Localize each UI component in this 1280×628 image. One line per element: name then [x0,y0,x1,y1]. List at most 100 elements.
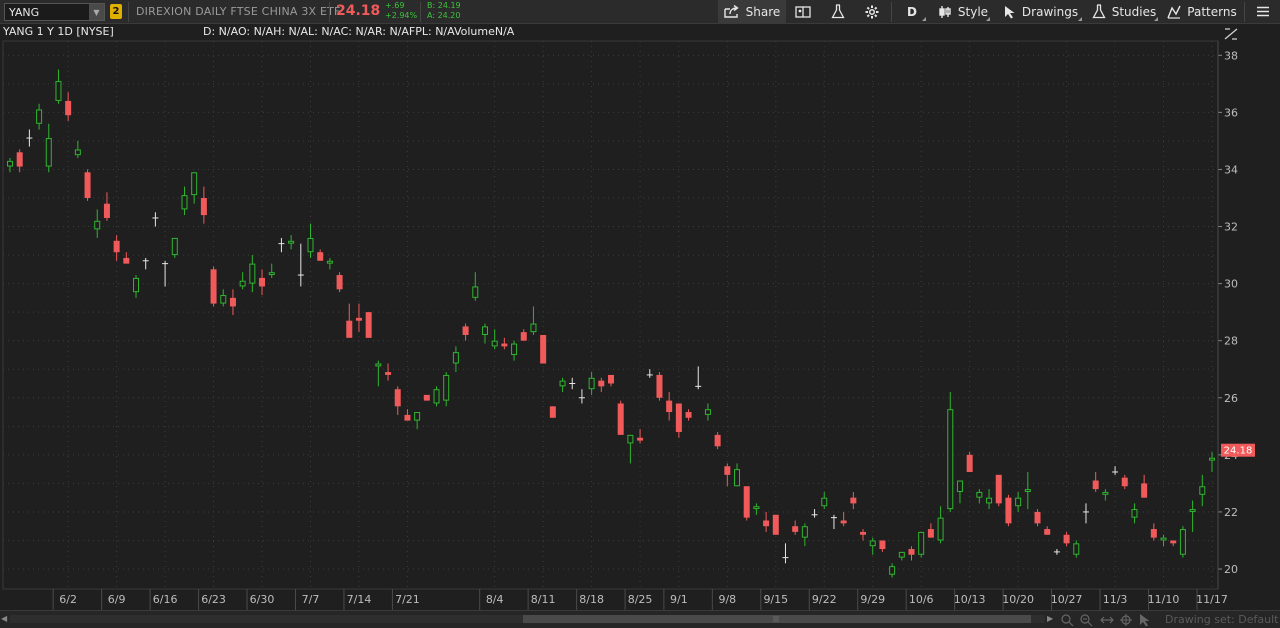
collapse-icon[interactable] [1223,27,1239,41]
candle-body [617,403,624,435]
candle-body [598,380,605,387]
candle-body [520,332,527,341]
candle-body [947,409,954,510]
candle-body [123,257,130,264]
candle-body [1131,509,1138,518]
candle-body [1199,486,1206,495]
divider [128,2,129,22]
symbol-link-badge[interactable]: 2 [110,4,122,19]
y-tick-label: 28 [1224,335,1238,348]
studies-button[interactable]: Studies [1088,0,1160,23]
price-tag-label: 24.18 [1224,446,1253,457]
bottom-bar: ◀ ||| ▶ Drawing set: Default [0,610,1280,628]
candle-body [540,334,547,364]
candle-body [404,414,411,421]
candle-body [365,312,372,338]
y-axis: 20222426283032343638 [1217,41,1238,589]
candle-body [423,394,430,401]
x-tick-label: 9/15 [763,593,788,606]
gear-icon [865,5,879,19]
candle-body [385,372,392,375]
candle-body [472,286,479,298]
candle-body [1160,537,1167,541]
candle-body [666,400,673,413]
price-chart[interactable]: 20222426283032343638 6/26/96/166/236/307… [0,40,1280,610]
candle-body [704,409,711,415]
candle-body [588,377,595,390]
share-icon [723,5,740,18]
drawing-set-label[interactable]: Drawing set: Default [1165,613,1278,626]
style-button[interactable]: Style [934,0,992,23]
patterns-button[interactable]: Patterns [1164,0,1240,23]
candle-body [103,203,110,218]
compare-icon [795,5,811,18]
chevron-down-icon[interactable]: ▼ [89,4,104,20]
plot-frame [2,40,1219,590]
x-tick-label: 9/8 [718,593,736,606]
bid-ask-block: B: 24.19 A: 24.20 [427,1,461,21]
candle-body [491,340,498,347]
x-tick-label: 9/22 [812,593,837,606]
candle-body [908,549,915,555]
candle-body [16,152,23,167]
pointer-icon[interactable] [1139,613,1153,627]
pan-icon[interactable] [1100,613,1114,627]
candle-body [501,343,508,347]
scroll-right-icon[interactable]: ▶ [1047,614,1053,623]
price-tag: 24.18 [1221,443,1255,457]
candle-body [608,374,614,384]
menu-icon [1257,6,1269,17]
scroll-left-icon[interactable]: ◀ [1,614,7,623]
zoom-out-icon[interactable] [1060,613,1074,627]
candle-body [511,343,518,355]
study-values: D: N/AO: N/AH: N/AL: N/AC: N/AR: N/AFPL:… [203,25,515,38]
crosshair-icon[interactable] [1119,613,1133,627]
candle-body [530,323,537,333]
candle-body [675,403,682,433]
candle-body [307,237,314,253]
cursor-icon [1004,5,1016,19]
settings-button[interactable] [860,0,884,23]
symbol-selector[interactable]: ▼ [4,3,105,21]
x-tick-label: 6/16 [153,593,178,606]
drawings-button[interactable]: Drawings [998,0,1084,23]
candle-body [918,531,925,555]
candle-body [239,280,246,287]
flask-button[interactable] [826,0,850,23]
candle-body [94,220,101,230]
candle-body [317,252,324,261]
candle-body [336,275,343,290]
candle-body [394,389,401,407]
change-block: +.69 +2.94% [385,1,417,21]
candle-body [452,352,459,364]
x-tick-label: 6/23 [201,593,226,606]
chart-title: YANG 1 Y 1D [NYSE] [3,25,114,38]
net-change: +.69 [385,1,405,10]
candle-body [326,260,333,264]
candle-body [220,295,227,304]
divider [420,2,421,22]
candle-body [443,374,450,401]
candle-body [1141,483,1148,498]
candle-body [74,149,81,156]
zoom-in-icon[interactable] [1079,613,1093,627]
aggregation-button[interactable]: D [896,0,928,23]
compare-button[interactable] [790,0,816,23]
x-tick-label: 8/25 [628,593,653,606]
share-label: Share [745,4,781,19]
symbol-input[interactable] [5,4,89,20]
candle-body [956,480,963,492]
candle-body [229,297,236,307]
flask-icon [831,4,845,19]
candle-body [1073,543,1080,555]
y-tick-label: 20 [1224,563,1238,576]
y-tick-label: 32 [1224,221,1238,234]
share-button[interactable]: Share [718,0,786,23]
x-tick-label: 6/30 [250,593,275,606]
divider [329,2,330,22]
candle-body [772,514,779,535]
y-tick-label: 36 [1224,106,1238,119]
candle-body [1209,457,1215,461]
candle-body [414,412,421,421]
menu-button[interactable] [1250,0,1276,23]
